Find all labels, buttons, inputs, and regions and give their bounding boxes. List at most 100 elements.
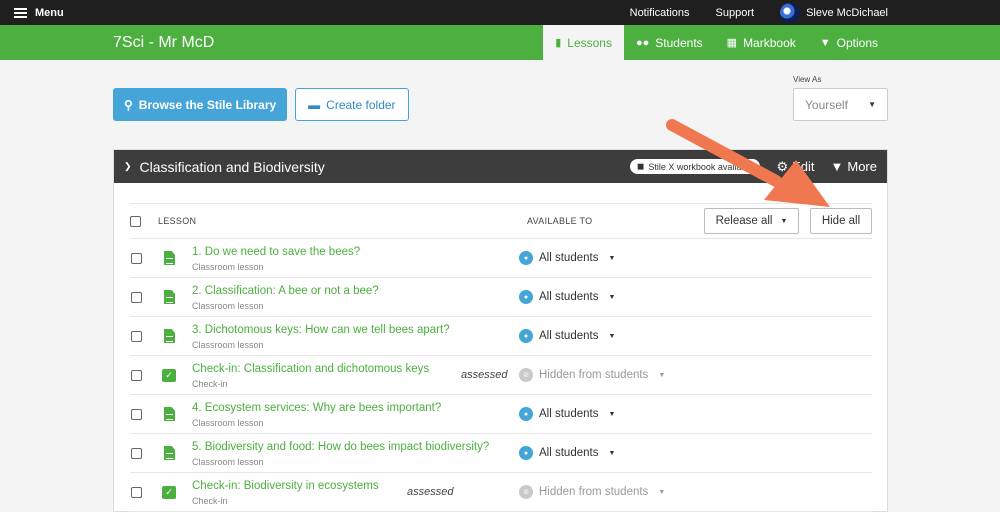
lesson-title-link[interactable]: 1. Do we need to save the bees? xyxy=(192,245,360,259)
lesson-info: Check-in: Biodiversity in ecosystems Chec… xyxy=(192,479,379,506)
table-row: 4. Ecosystem services: Why are bees impo… xyxy=(130,395,872,434)
tab-students[interactable]: ●● Students xyxy=(624,25,715,60)
browse-library-label: Browse the Stile Library xyxy=(138,97,277,112)
lesson-info: 1. Do we need to save the bees? Classroom… xyxy=(192,245,360,272)
lesson-title-link[interactable]: Check-in: Classification and dichotomous… xyxy=(192,362,429,376)
tab-lessons[interactable]: ▮ Lessons xyxy=(543,25,624,60)
user-name: Sleve McDichael xyxy=(806,6,888,19)
lesson-list: 1. Do we need to save the bees? Classroom… xyxy=(130,239,872,512)
lesson-type: Classroom lesson xyxy=(192,300,264,311)
view-as-value: Yourself xyxy=(805,97,848,112)
avatar xyxy=(780,2,801,23)
tab-lessons-label: Lessons xyxy=(567,35,612,50)
document-icon xyxy=(164,446,175,460)
assessed-label: assessed xyxy=(461,369,508,381)
check-in-icon: ✓ xyxy=(162,368,176,382)
people-icon: ●● xyxy=(635,36,650,49)
folder-icon: ▬ xyxy=(308,97,321,112)
user-menu[interactable]: Sleve McDichael xyxy=(780,2,888,23)
chevron-circle-icon: ▼ xyxy=(819,36,831,49)
people-icon: ● xyxy=(519,407,533,421)
row-checkbox[interactable] xyxy=(131,486,142,498)
row-checkbox[interactable] xyxy=(131,291,142,303)
release-all-label: Release all xyxy=(715,215,773,227)
eye-off-icon: ⊘ xyxy=(519,368,533,382)
availability-value: All students xyxy=(539,252,599,264)
lesson-title-link[interactable]: 5. Biodiversity and food: How do bees im… xyxy=(192,440,489,454)
folder-panel: ❯ Classification and Biodiversity ◼ Stil… xyxy=(113,149,888,512)
col-lesson-header: LESSON xyxy=(158,216,197,226)
document-icon: ▮ xyxy=(555,37,562,49)
row-checkbox[interactable] xyxy=(131,252,142,264)
workbook-icon: ◼ xyxy=(636,161,645,171)
notifications-link[interactable]: Notifications xyxy=(630,7,690,19)
select-all-checkbox[interactable] xyxy=(130,215,141,227)
availability-dropdown[interactable]: ● All students ▼ xyxy=(519,290,615,304)
caret-down-icon: ▼ xyxy=(780,217,788,225)
lesson-info: Check-in: Classification and dichotomous… xyxy=(192,362,429,389)
people-icon: ● xyxy=(519,290,533,304)
availability-value: Hidden from students xyxy=(539,369,649,381)
availability-value: All students xyxy=(539,291,599,303)
menu-button[interactable]: Menu xyxy=(14,7,64,19)
tab-options-label: Options xyxy=(836,35,878,50)
folder-toggle[interactable]: ❯ Classification and Biodiversity xyxy=(124,159,325,175)
availability-dropdown[interactable]: ● All students ▼ xyxy=(519,446,615,460)
tab-options[interactable]: ▼ Options xyxy=(808,25,890,60)
more-button[interactable]: ▼ More xyxy=(831,159,878,174)
top-bar: Menu Notifications Support Sleve McDicha… xyxy=(0,0,1000,25)
eye-off-icon: ⊘ xyxy=(519,485,533,499)
hide-all-button[interactable]: Hide all xyxy=(810,208,872,234)
lesson-type: Check-in xyxy=(192,378,228,389)
lesson-type: Check-in xyxy=(192,495,228,506)
people-icon: ● xyxy=(519,251,533,265)
more-label: More xyxy=(847,159,877,174)
chevron-circle-icon: ▼ xyxy=(830,159,844,174)
availability-dropdown[interactable]: ● All students ▼ xyxy=(519,251,615,265)
browse-library-button[interactable]: ⚲ Browse the Stile Library xyxy=(113,88,288,121)
lesson-title-link[interactable]: 4. Ecosystem services: Why are bees impo… xyxy=(192,401,441,415)
availability-dropdown[interactable]: ● All students ▼ xyxy=(519,407,615,421)
create-folder-button[interactable]: ▬ Create folder xyxy=(295,88,409,121)
workbook-badge-label: Stile X workbook available xyxy=(648,161,754,172)
menu-label: Menu xyxy=(35,6,64,19)
class-title: 7Sci - Mr McD xyxy=(113,33,215,51)
lesson-info: 2. Classification: A bee or not a bee? Cl… xyxy=(192,284,379,311)
lesson-info: 4. Ecosystem services: Why are bees impo… xyxy=(192,401,441,428)
availability-dropdown[interactable]: ⊘ Hidden from students ▼ xyxy=(519,368,665,382)
lesson-title-link[interactable]: Check-in: Biodiversity in ecosystems xyxy=(192,479,379,493)
table-row: 2. Classification: A bee or not a bee? Cl… xyxy=(130,278,872,317)
folder-header: ❯ Classification and Biodiversity ◼ Stil… xyxy=(114,150,887,183)
class-bar: 7Sci - Mr McD ▮ Lessons ●● Students ▦ Ma… xyxy=(0,25,1000,60)
workbook-badge[interactable]: ◼ Stile X workbook available xyxy=(629,159,761,174)
availability-value: All students xyxy=(539,408,599,420)
release-all-button[interactable]: Release all ▼ xyxy=(704,208,799,234)
caret-down-icon: ▼ xyxy=(608,410,616,418)
hamburger-icon xyxy=(14,7,27,18)
caret-down-icon: ▼ xyxy=(658,371,666,379)
check-in-icon: ✓ xyxy=(162,485,176,499)
create-folder-label: Create folder xyxy=(326,97,396,112)
edit-label: Edit xyxy=(792,159,815,174)
support-link[interactable]: Support xyxy=(716,7,755,19)
table-row: ✓ Check-in: Biodiversity in ecosystems Che… xyxy=(130,473,872,512)
row-checkbox[interactable] xyxy=(131,369,142,381)
edit-button[interactable]: ⚙ Edit xyxy=(776,159,814,175)
view-as-select[interactable]: Yourself ▼ xyxy=(793,88,888,121)
lesson-info: 5. Biodiversity and food: How do bees im… xyxy=(192,440,489,467)
class-nav: ▮ Lessons ●● Students ▦ Markbook ▼ Optio… xyxy=(543,25,890,60)
row-checkbox[interactable] xyxy=(131,408,142,420)
assessed-label: assessed xyxy=(407,486,454,498)
availability-dropdown[interactable]: ⊘ Hidden from students ▼ xyxy=(519,485,665,499)
row-checkbox[interactable] xyxy=(131,447,142,459)
lesson-type: Classroom lesson xyxy=(192,339,264,350)
row-checkbox[interactable] xyxy=(131,330,142,342)
lesson-title-link[interactable]: 2. Classification: A bee or not a bee? xyxy=(192,284,379,298)
lesson-title-link[interactable]: 3. Dichotomous keys: How can we tell bee… xyxy=(192,323,450,337)
people-icon: ● xyxy=(519,446,533,460)
availability-value: All students xyxy=(539,447,599,459)
tab-students-label: Students xyxy=(655,35,703,50)
availability-dropdown[interactable]: ● All students ▼ xyxy=(519,329,615,343)
document-icon xyxy=(164,290,175,304)
tab-markbook[interactable]: ▦ Markbook xyxy=(715,25,808,60)
